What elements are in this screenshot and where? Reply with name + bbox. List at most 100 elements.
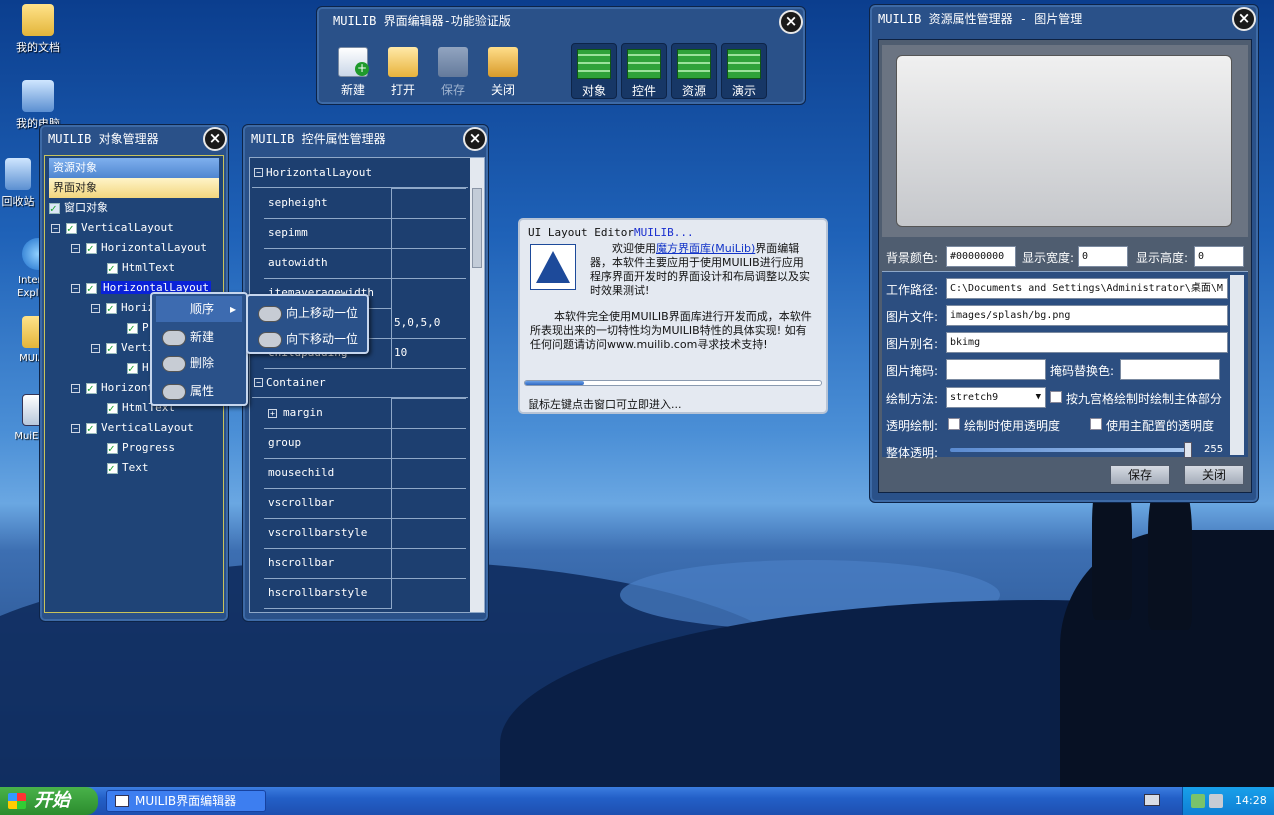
collapse-icon[interactable]: − [91, 303, 100, 313]
slider-handle[interactable] [1184, 442, 1192, 458]
save-button[interactable]: 保存 [431, 47, 475, 98]
menu-item-properties[interactable]: 属性 [156, 378, 242, 404]
width-input[interactable]: 0 [1078, 246, 1128, 267]
tree-node[interactable]: H [127, 358, 149, 379]
property-category[interactable]: − Container [252, 368, 468, 398]
tree-node[interactable]: Progress [107, 438, 175, 459]
close-file-button[interactable]: 关闭 [481, 47, 525, 98]
window-title: MUILIB 资源属性管理器 - 图片管理 [878, 12, 1083, 26]
work-path-input[interactable]: C:\Documents and Settings\Administrator\… [946, 278, 1228, 299]
submenu-order[interactable]: 向上移动一位 向下移动一位 [246, 294, 369, 354]
splash-window[interactable]: UI Layout EditorMUILIB... 欢迎使用魔方界面库(MuiL… [518, 218, 828, 414]
menu-item-move-up[interactable]: 向上移动一位 [252, 300, 363, 326]
collapse-icon[interactable]: − [254, 378, 263, 387]
demo-panel-button[interactable]: 演示 [721, 43, 767, 99]
scrollbar-thumb[interactable] [472, 188, 482, 268]
checkbox[interactable] [86, 419, 97, 439]
tree-node[interactable]: −HorizontalLayout [71, 238, 207, 259]
draw-method-select[interactable]: stretch9 ▼ [946, 387, 1046, 408]
network-icon[interactable] [1191, 794, 1205, 808]
collapse-icon[interactable]: − [91, 343, 100, 353]
close-button[interactable]: × [463, 127, 487, 151]
collapse-icon[interactable]: − [71, 283, 80, 293]
tree-node[interactable]: −VerticalLayout [51, 218, 174, 239]
controls-panel-button[interactable]: 控件 [621, 43, 667, 99]
checkbox[interactable] [107, 399, 118, 419]
collapse-icon[interactable]: − [71, 243, 80, 253]
new-button[interactable]: 新建 [331, 47, 375, 98]
keyboard-icon[interactable] [1144, 794, 1160, 806]
save-button[interactable]: 保存 [1110, 465, 1170, 485]
menu-item-move-down[interactable]: 向下移动一位 [252, 326, 363, 352]
objects-panel-button[interactable]: 对象 [571, 43, 617, 99]
tree-node[interactable]: Text [107, 458, 149, 479]
expand-icon[interactable]: + [268, 408, 277, 418]
desktop-icon-documents[interactable]: 我的文档 [2, 4, 74, 55]
splash-footer: 鼠标左键点击窗口可立即进入... [528, 398, 682, 411]
collapse-icon[interactable]: − [71, 423, 80, 433]
property-manager-window[interactable]: MUILIB 控件属性管理器 × − HorizontalLayout sephe… [242, 124, 489, 622]
checkbox[interactable] [86, 279, 97, 299]
taskbar-item-editor[interactable]: MUILIB界面编辑器 [106, 790, 266, 812]
height-input[interactable]: 0 [1194, 246, 1244, 267]
collapse-icon[interactable]: − [71, 383, 80, 393]
menu-item-new[interactable]: 新建 [156, 324, 242, 350]
volume-icon[interactable] [1209, 794, 1223, 808]
tree-node[interactable]: HtmlText [107, 258, 175, 279]
checkbox[interactable] [107, 259, 118, 279]
context-menu[interactable]: 顺序 ▸ 新建 删除 属性 [150, 292, 248, 406]
bg-color-input[interactable]: #00000000 [946, 246, 1016, 267]
checkbox[interactable] [86, 239, 97, 259]
mask-replace-input[interactable] [1120, 359, 1220, 380]
property-grid[interactable]: − HorizontalLayout sepheight sepimm autow… [249, 157, 485, 613]
property-category[interactable]: − HorizontalLayout [252, 158, 468, 188]
resources-panel-button[interactable]: 资源 [671, 43, 717, 99]
system-tray: 14:28 [1182, 787, 1274, 815]
editor-toolbar-window[interactable]: MUILIB 界面编辑器-功能验证版 × 新建 打开 保存 关闭 对象 控件 资… [316, 6, 806, 105]
splash-description: 本软件完全使用MUILIB界面库进行开发而成，本软件所表现出来的一切特性均为MU… [530, 310, 812, 351]
my-computer-icon [22, 80, 54, 112]
splash-title: UI Layout EditorMUILIB... [528, 226, 694, 239]
close-button[interactable]: × [1232, 7, 1256, 31]
close-button[interactable]: × [203, 127, 227, 151]
opacity-slider[interactable] [950, 442, 1192, 458]
checkbox[interactable] [107, 459, 118, 479]
checkbox[interactable] [127, 319, 138, 339]
work-path-label: 工作路径: [886, 283, 939, 297]
image-alias-input[interactable]: bkimg [946, 332, 1228, 353]
gamepad-icon [258, 332, 282, 348]
splash-progress-bar [524, 380, 822, 386]
start-button[interactable]: 开始 [0, 787, 98, 815]
use-main-transparency-checkbox[interactable] [1090, 418, 1102, 430]
window-title: MUILIB 界面编辑器-功能验证版 [333, 14, 511, 28]
close-dialog-button[interactable]: 关闭 [1184, 465, 1244, 485]
resource-manager-window[interactable]: MUILIB 资源属性管理器 - 图片管理 × 背景颜色: #00000000 … [869, 4, 1259, 503]
checkbox[interactable] [106, 299, 117, 319]
clock[interactable]: 14:28 [1235, 787, 1267, 815]
vertical-scrollbar[interactable] [470, 158, 484, 612]
checkbox[interactable] [106, 339, 117, 359]
open-button[interactable]: 打开 [381, 47, 425, 98]
tree-section-ui[interactable]: 界面对象 [49, 178, 219, 198]
vertical-scrollbar[interactable] [1230, 275, 1244, 455]
menu-item-delete[interactable]: 删除 [156, 350, 242, 376]
tree-node[interactable]: −VerticalLayout [71, 418, 194, 439]
checkbox[interactable] [66, 219, 77, 239]
mask-input[interactable] [946, 359, 1046, 380]
desktop-icon-recycle-bin[interactable]: 回收站 [0, 158, 40, 209]
submenu-arrow-icon: ▸ [229, 302, 236, 316]
checkbox[interactable] [127, 359, 138, 379]
tree-node[interactable]: P [127, 318, 149, 339]
collapse-icon[interactable]: − [254, 168, 263, 177]
collapse-icon[interactable]: − [51, 223, 60, 233]
muilib-link[interactable]: 魔方界面库(MuiLib) [656, 242, 755, 255]
tree-section-resources[interactable]: 资源对象 [49, 158, 219, 178]
use-transparency-checkbox[interactable] [948, 418, 960, 430]
image-file-input[interactable]: images/splash/bg.png [946, 305, 1228, 326]
tree-section-window[interactable]: 窗口对象 [49, 198, 108, 219]
checkbox[interactable] [86, 379, 97, 399]
checkbox[interactable] [107, 439, 118, 459]
close-button[interactable]: × [779, 10, 803, 34]
ninegrid-checkbox[interactable] [1050, 391, 1062, 403]
menu-item-order[interactable]: 顺序 ▸ [156, 296, 242, 322]
